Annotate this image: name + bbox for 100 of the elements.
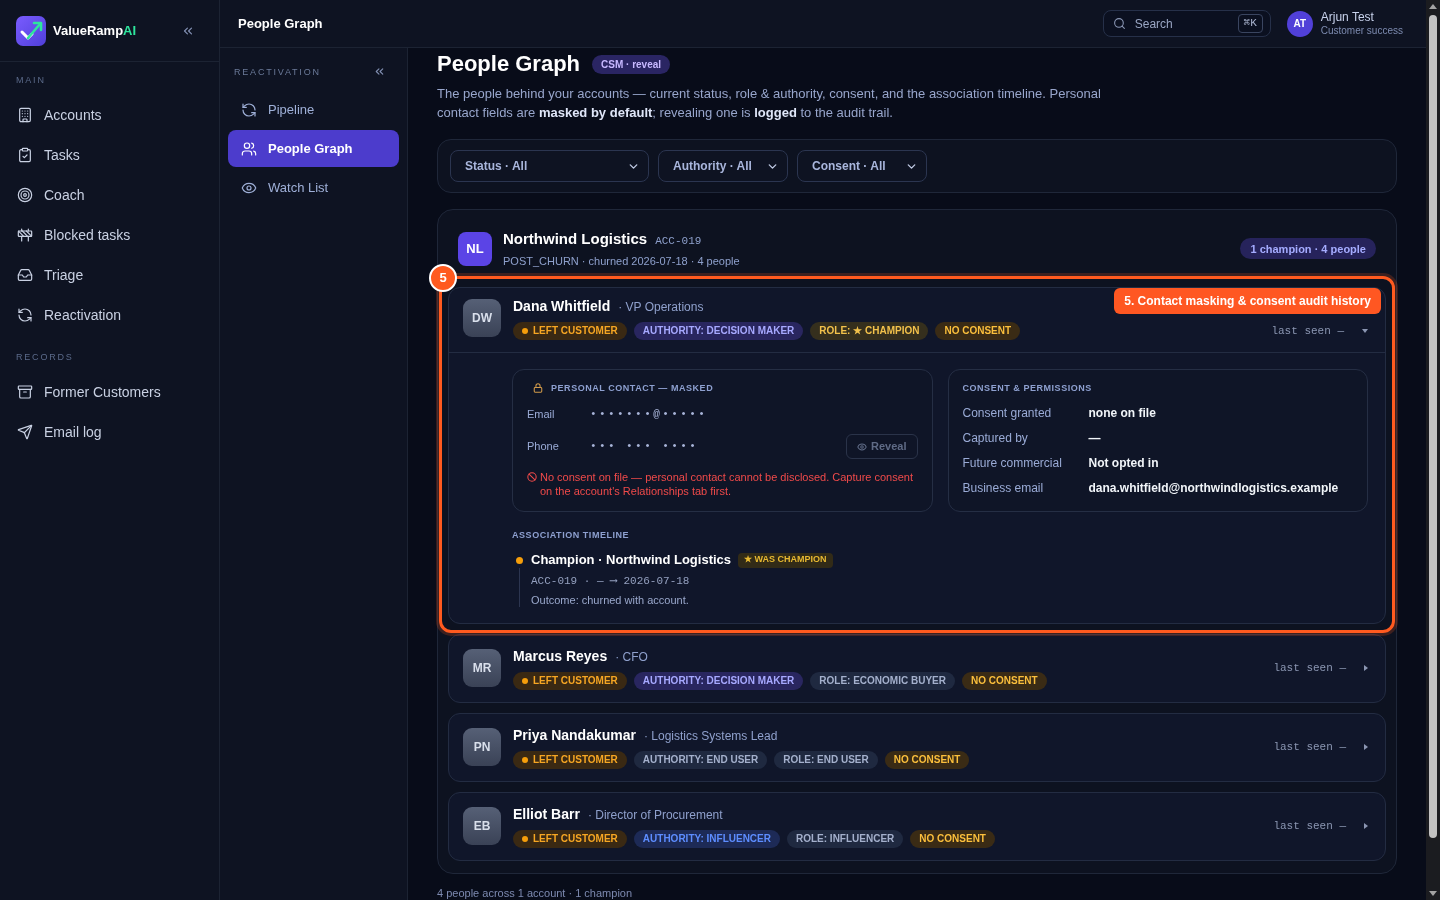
nav-item[interactable]: Accounts	[4, 95, 215, 135]
tag-label: LEFT CUSTOMER	[533, 832, 618, 846]
filter-dropdown[interactable]: Authority · All	[658, 150, 788, 182]
person-name: Elliot Barr	[513, 804, 580, 823]
timeline-title: Champion · Northwind Logistics	[531, 551, 732, 570]
person-card[interactable]: PN Priya Nandakumar · Logistics Systems Lead LEFT CUSTOMER AUTHORITY: END USER ROLE: END USER NO CONSENT last seen —	[448, 712, 1386, 782]
building-icon	[17, 107, 33, 123]
masked-value: ••• ••• ••••	[590, 439, 699, 455]
consent-label: Captured by	[962, 430, 1029, 447]
field-label: Email	[527, 407, 556, 423]
consent-label: Business email	[962, 480, 1045, 497]
account-meta: POST_CHURN · churned 2026-07-18 · 4 people	[503, 253, 740, 268]
timeline-outcome: Outcome: churned with account.	[531, 592, 690, 607]
person-avatar: MR	[463, 649, 501, 687]
champion-badge: ★ WAS CHAMPION	[738, 552, 833, 568]
user-role: Customer success	[1320, 24, 1403, 37]
consent-value: —	[1088, 430, 1101, 447]
caret-right-icon[interactable]	[1364, 823, 1368, 829]
barrier-icon	[17, 227, 33, 243]
subnav-item[interactable]: Pipeline	[228, 91, 399, 128]
refresh-icon	[17, 307, 33, 323]
brand-name: ValueRampAI	[53, 21, 137, 40]
person-tag: AUTHORITY: INFLUENCER	[633, 829, 780, 848]
lock-icon	[533, 382, 543, 393]
person-name: Marcus Reyes	[513, 646, 608, 665]
person-tag: AUTHORITY: DECISION MAKER	[633, 671, 804, 690]
tag-label: LEFT CUSTOMER	[533, 674, 618, 688]
account-avatar: NL	[458, 231, 492, 266]
nav-item[interactable]: Tasks	[4, 135, 215, 175]
collapse-icon[interactable]	[373, 65, 386, 78]
scroll-down-arrow-icon[interactable]	[1429, 891, 1437, 896]
shortcut-key: ⌘K	[1237, 14, 1263, 33]
consent-value: dana.whitfield@northwindlogistics.example	[1088, 480, 1339, 497]
person-avatar: PN	[463, 728, 501, 766]
masked-value: •••••••@•••••	[590, 407, 708, 423]
subnav-item[interactable]: People Graph	[228, 130, 399, 167]
section-label: REACTIVATION	[234, 65, 321, 78]
target-icon	[17, 187, 33, 203]
scrollbar-thumb[interactable]	[1429, 15, 1437, 838]
filter-dropdown[interactable]: Consent · All	[797, 150, 927, 182]
filter-dropdown[interactable]: Status · All	[450, 150, 649, 182]
consent-label: Consent granted	[962, 405, 1053, 422]
section-heading: PERSONAL CONTACT — MASKED	[551, 381, 714, 394]
person-avatar: DW	[463, 299, 501, 337]
step-number: 5	[429, 263, 457, 292]
person-title: · VP Operations	[618, 298, 704, 316]
account-id: ACC-019	[655, 234, 702, 249]
caret-down-icon[interactable]	[1362, 329, 1368, 334]
person-tag: NO CONSENT	[910, 829, 995, 848]
nav-item[interactable]: Email log	[4, 412, 215, 452]
consent-value: Not opted in	[1088, 455, 1159, 472]
caret-right-icon[interactable]	[1364, 744, 1368, 750]
nav-item[interactable]: Triage	[4, 255, 215, 295]
callout-label: 5. Contact masking & consent audit history	[1114, 287, 1381, 314]
section-heading: CONSENT & PERMISSIONS	[962, 381, 1092, 394]
refresh-icon	[241, 101, 257, 118]
search-icon	[1112, 17, 1126, 30]
paper-plane-icon	[17, 424, 33, 440]
scroll-up-arrow-icon[interactable]	[1429, 4, 1437, 9]
nav-item[interactable]: Former Customers	[4, 372, 215, 412]
nav-item[interactable]: Coach	[4, 175, 215, 215]
scrollbar[interactable]	[1426, 0, 1440, 900]
field-label: Phone	[527, 439, 560, 455]
person-title: · Logistics Systems Lead	[643, 727, 778, 745]
nav-item[interactable]: Blocked tasks	[4, 215, 215, 255]
clipboard-check-icon	[17, 147, 33, 163]
person-title: · CFO	[615, 648, 648, 666]
inbox-icon	[17, 267, 33, 283]
section-label: RECORDS	[16, 351, 74, 363]
archive-icon	[17, 384, 33, 400]
ban-icon	[527, 471, 537, 482]
logo-icon	[16, 15, 46, 46]
topbar-title: People Graph	[238, 14, 323, 33]
person-tag: NO CONSENT	[884, 750, 970, 769]
account-name: Northwind Logistics	[503, 230, 648, 248]
role-badge: CSM · reveal	[592, 54, 671, 74]
person-tag: NO CONSENT	[935, 321, 1021, 340]
consent-label: Future commercial	[962, 455, 1063, 472]
user-avatar[interactable]: AT	[1286, 10, 1313, 37]
page-title: People Graph	[437, 50, 581, 78]
person-tag: AUTHORITY: END USER	[633, 750, 768, 769]
nav-item[interactable]: Reactivation	[4, 295, 215, 335]
tag-label: LEFT CUSTOMER	[533, 753, 618, 767]
page-description: The people behind your accounts — current status, role & authority, consent, and the association timeline. Personal contact fields are masked by default; revealing one is logged to the audit trail.	[437, 85, 1102, 122]
person-tag: AUTHORITY: DECISION MAKER	[633, 321, 804, 340]
person-card[interactable]: MR Marcus Reyes · CFO LEFT CUSTOMER AUTHORITY: DECISION MAKER ROLE: ECONOMIC BUYER NO CONSENT last seen —	[448, 633, 1386, 703]
consent-warning: No consent on file — personal contact cannot be disclosed. Capture consent on the account's Relationships tab first.	[540, 469, 914, 498]
caret-right-icon[interactable]	[1364, 665, 1368, 671]
timeline-span: ACC-019 · — ⟶ 2026-07-18	[531, 573, 691, 589]
users-icon	[241, 140, 257, 157]
last-seen-text: last seen —	[1273, 660, 1346, 676]
last-seen-text: last seen —	[1273, 818, 1346, 834]
section-heading: ASSOCIATION TIMELINE	[512, 528, 630, 541]
user-name: Arjun Test	[1320, 10, 1375, 24]
person-name: Priya Nandakumar	[513, 725, 636, 744]
subnav-item[interactable]: Watch List	[228, 169, 399, 206]
person-tag: ROLE: END USER	[774, 750, 878, 769]
person-card[interactable]: EB Elliot Barr · Director of Procurement LEFT CUSTOMER AUTHORITY: INFLUENCER ROLE: INFLUENCER NO CONSENT last seen —	[448, 791, 1386, 861]
consent-value: none on file	[1088, 405, 1156, 422]
eye-icon	[857, 441, 867, 452]
